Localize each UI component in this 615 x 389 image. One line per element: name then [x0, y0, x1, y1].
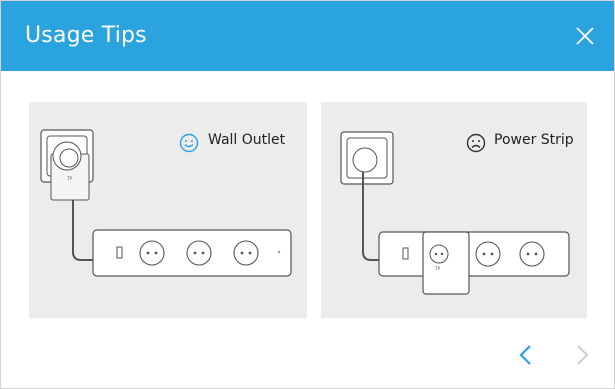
tip-label-wall-outlet: Wall Outlet: [208, 132, 286, 148]
chevron-left-icon[interactable]: [516, 344, 536, 366]
tip-label-power-strip: Power Strip: [494, 132, 574, 148]
smiley-face-icon: [179, 133, 199, 153]
dialog-header: Usage Tips: [1, 1, 614, 71]
svg-text:TP: TP: [434, 266, 440, 271]
tip-card-wall-outlet: TP Wall Outlet: [29, 102, 307, 318]
tip-card-power-strip: TP Power Strip: [321, 102, 587, 318]
svg-text:TP: TP: [66, 176, 72, 181]
chevron-right-icon[interactable]: [572, 344, 592, 366]
sad-face-icon: [466, 133, 486, 153]
tips-carousel: TP Wall Outlet TP Power Strip: [29, 102, 587, 318]
dialog-title: Usage Tips: [25, 23, 147, 48]
close-icon[interactable]: [574, 25, 596, 47]
usage-tips-dialog: Usage Tips TP Wall Outlet TP Power Strip: [0, 0, 615, 389]
